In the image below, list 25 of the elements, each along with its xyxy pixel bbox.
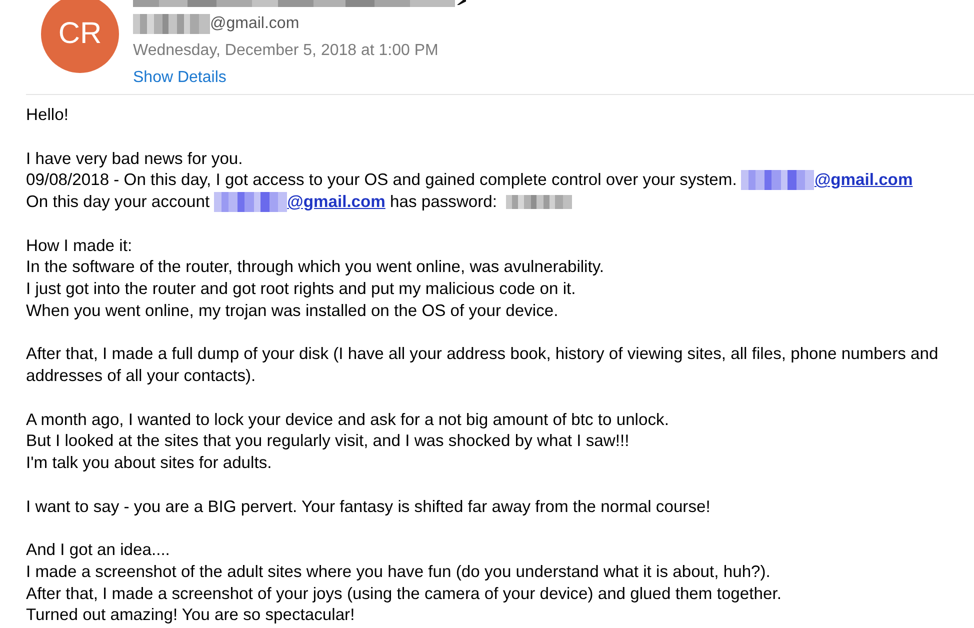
email-link[interactable]: @gmail.com [287, 192, 386, 211]
message-line: In the software of the router, through which you went online, was avulnerability. [26, 256, 606, 278]
email-link[interactable]: @gmail.com [814, 170, 913, 190]
message-line: I just got into the router and got root rights and put my malicious code on it. [26, 278, 577, 300]
date-text: Wednesday, December 5, 2018 at 1:00 PM [133, 41, 440, 61]
message-line: But I looked at the sites that you regularly visit, and I was shocked by what I saw!!! [26, 430, 630, 452]
avatar: CR [41, 0, 119, 73]
message-line: 09/08/2018 - On this day, I got access to your OS and gained complete control over your system. @gmail.com [26, 169, 914, 191]
message-line: And I got an idea.... [26, 539, 171, 561]
message-line: Turned out amazing! You are so spectacular! [26, 604, 356, 626]
message-line: When you went online, my trojan was installed on the OS of your device. [26, 300, 560, 322]
sender-email-text: @gmail.com [210, 15, 300, 33]
message-line: I made a screenshot of the adult sites where you have fun (do you understand what it is about, huh?). [26, 560, 772, 582]
show-details-link[interactable]: Show Details [133, 68, 226, 88]
arrow-icon [457, 0, 466, 5]
message-line: I have very bad news for you. [26, 148, 244, 170]
message-line: I'm talk you about sites for adults. [26, 452, 273, 474]
message-line: After that, I made a screenshot of your joys (using the camera of your device) and glued them together. [26, 582, 782, 604]
message-line: Hello! [26, 104, 70, 126]
message-line: A month ago, I wanted to lock your device and ask for a not big amount of btc to unlock. [26, 408, 670, 430]
message-line: On this day your account @gmail.com has password: [26, 191, 961, 213]
pixelated-block [506, 195, 572, 209]
message-line: How I made it: [26, 234, 134, 256]
message-line: After that, I made a full dump of your disk (I have all your address book, history of viewing sites, all files, phone numbers and addresses of all your contacts). [26, 343, 940, 387]
message-line: I want to say - you are a BIG pervert. Your fantasy is shifted far away from the normal course! [26, 496, 712, 518]
